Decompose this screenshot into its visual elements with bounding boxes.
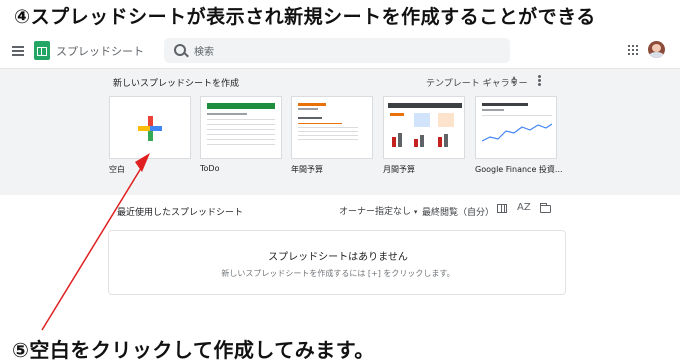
search-input[interactable]: 検索	[194, 43, 214, 58]
recent-title: 最近使用したスプレッドシート	[117, 208, 244, 218]
template-annual-budget[interactable]	[291, 96, 373, 159]
unfold-icon[interactable]: ▴ ▾	[512, 74, 516, 87]
empty-state-subtitle: 新しいスプレッドシートを作成するには [+] をクリックします。	[221, 269, 455, 278]
sheets-logo-icon[interactable]	[34, 41, 50, 60]
empty-state-title: スプレッドシートはありません	[268, 252, 408, 263]
template-label-monthly-budget: 月間予算	[383, 165, 415, 174]
owner-filter-dropdown[interactable]: オーナー指定なし ▾	[339, 204, 417, 217]
app-header: スプレッドシート 検索	[0, 32, 680, 69]
menu-icon[interactable]	[12, 46, 24, 56]
app-name[interactable]: スプレッドシート	[56, 43, 144, 59]
template-monthly-budget[interactable]	[383, 96, 465, 159]
template-blank[interactable]	[109, 96, 191, 159]
instruction-caption-top: ④スプレッドシートが表示され新規シートを作成することができる	[14, 6, 596, 28]
template-todo[interactable]	[200, 96, 282, 159]
dropdown-arrow-icon: ▾	[413, 208, 418, 216]
sort-dropdown[interactable]: 最終閲覧（自分）	[422, 205, 494, 218]
account-avatar[interactable]	[648, 41, 665, 58]
folder-icon[interactable]	[540, 203, 551, 213]
section-title: 新しいスプレッドシートを作成	[113, 79, 240, 89]
search-icon[interactable]	[174, 44, 186, 56]
owner-filter-label: オーナー指定なし	[339, 207, 412, 217]
template-label-todo: ToDo	[200, 164, 220, 173]
more-vert-icon[interactable]	[538, 75, 541, 86]
instruction-caption-bottom: ⑤空白をクリックして作成してみます。	[12, 338, 375, 362]
template-google-finance[interactable]	[475, 96, 557, 159]
apps-grid-icon[interactable]	[628, 45, 638, 55]
template-label-blank: 空白	[109, 165, 125, 174]
sort-az-icon[interactable]: AZ	[517, 202, 531, 213]
template-label-annual-budget: 年間予算	[291, 165, 323, 174]
search-bar[interactable]: 検索	[164, 38, 510, 63]
template-label-google-finance: Google Finance 投資...	[475, 165, 563, 174]
grid-view-icon[interactable]	[497, 204, 507, 213]
empty-state-card: スプレッドシートはありません 新しいスプレッドシートを作成するには [+] をク…	[108, 230, 566, 295]
